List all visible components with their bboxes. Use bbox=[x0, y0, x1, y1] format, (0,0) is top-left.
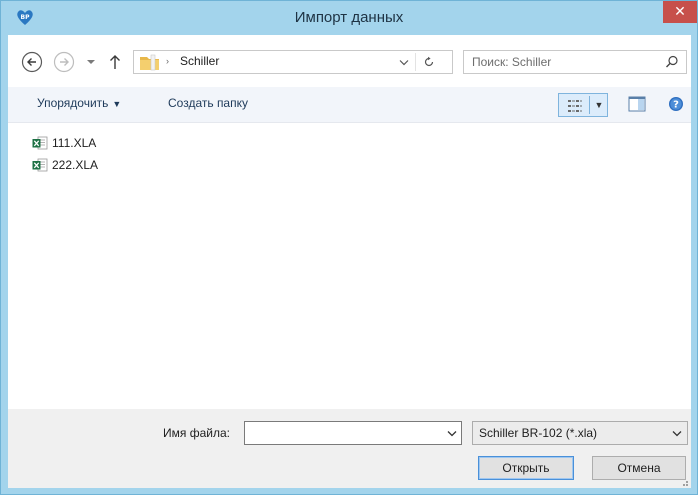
search-box[interactable] bbox=[463, 50, 687, 74]
chevron-down-icon bbox=[447, 430, 457, 436]
chevron-down-icon: ▼ bbox=[112, 99, 122, 109]
preview-pane-icon bbox=[628, 96, 646, 112]
back-arrow-icon bbox=[21, 51, 43, 73]
command-toolbar: Упорядочить ▼ Создать папку ▼ ? bbox=[8, 87, 691, 123]
import-dialog: BP Импорт данных ✕ › Schiller Поиск: Sch… bbox=[0, 0, 698, 495]
excel-file-icon bbox=[32, 136, 48, 150]
breadcrumb-separator-icon: › bbox=[166, 56, 169, 66]
file-type-value: Schiller BR-102 (*.xla) bbox=[479, 426, 598, 440]
search-icon[interactable] bbox=[665, 55, 679, 72]
cancel-button[interactable]: Отмена bbox=[592, 456, 686, 480]
recent-locations-button[interactable] bbox=[82, 50, 100, 74]
filename-label: Имя файла: bbox=[163, 426, 230, 440]
breadcrumb-folder[interactable]: Schiller bbox=[180, 54, 219, 68]
file-name: 222.XLA bbox=[52, 158, 99, 172]
organize-label: Упорядочить bbox=[37, 96, 109, 110]
close-icon: ✕ bbox=[674, 3, 686, 19]
new-folder-button[interactable]: Создать папку bbox=[168, 96, 248, 110]
address-history-dropdown[interactable] bbox=[396, 54, 412, 70]
resize-grip-icon[interactable] bbox=[679, 476, 689, 486]
up-button[interactable] bbox=[106, 50, 124, 74]
search-input[interactable] bbox=[464, 51, 660, 73]
file-item[interactable]: 111.XLA bbox=[32, 134, 96, 152]
chevron-down-icon bbox=[671, 427, 683, 439]
filename-combobox[interactable] bbox=[244, 421, 462, 445]
chevron-down-icon bbox=[399, 59, 409, 65]
refresh-button[interactable] bbox=[420, 54, 438, 70]
svg-text:?: ? bbox=[673, 100, 679, 111]
file-item[interactable]: 222.XLA bbox=[32, 156, 98, 174]
file-name: 111.XLA bbox=[52, 136, 97, 150]
back-button[interactable] bbox=[20, 50, 44, 74]
excel-file-icon bbox=[32, 158, 48, 172]
view-divider bbox=[589, 96, 590, 114]
view-dropdown-icon[interactable]: ▼ bbox=[592, 97, 606, 113]
view-options-button[interactable]: ▼ bbox=[558, 93, 608, 117]
help-button[interactable]: ? bbox=[668, 96, 684, 112]
chevron-down-icon bbox=[87, 60, 95, 64]
view-options-icon bbox=[563, 98, 587, 114]
forward-arrow-icon bbox=[53, 51, 75, 73]
folder-icon bbox=[139, 54, 161, 74]
address-bar[interactable]: › Schiller bbox=[133, 50, 453, 74]
organize-button[interactable]: Упорядочить ▼ bbox=[37, 96, 121, 110]
file-list[interactable]: 111.XLA 222.XLA bbox=[8, 123, 691, 409]
filename-input[interactable] bbox=[245, 422, 441, 444]
refresh-icon bbox=[424, 56, 434, 67]
file-name-panel: Имя файла: Schiller BR-102 (*.xla) Откры… bbox=[8, 409, 691, 488]
up-arrow-icon bbox=[110, 55, 120, 69]
forward-button[interactable] bbox=[52, 50, 76, 74]
window-title: Импорт данных bbox=[294, 9, 404, 26]
help-icon: ? bbox=[669, 97, 683, 111]
preview-pane-button[interactable] bbox=[628, 96, 646, 112]
navigation-bar: › Schiller bbox=[8, 35, 691, 87]
close-button[interactable]: ✕ bbox=[663, 1, 697, 23]
file-type-select[interactable]: Schiller BR-102 (*.xla) bbox=[472, 421, 688, 445]
filename-dropdown-button[interactable] bbox=[445, 426, 459, 440]
title-bar[interactable]: BP Импорт данных ✕ bbox=[1, 1, 697, 35]
open-button[interactable]: Открыть bbox=[478, 456, 574, 480]
address-divider bbox=[415, 53, 416, 71]
